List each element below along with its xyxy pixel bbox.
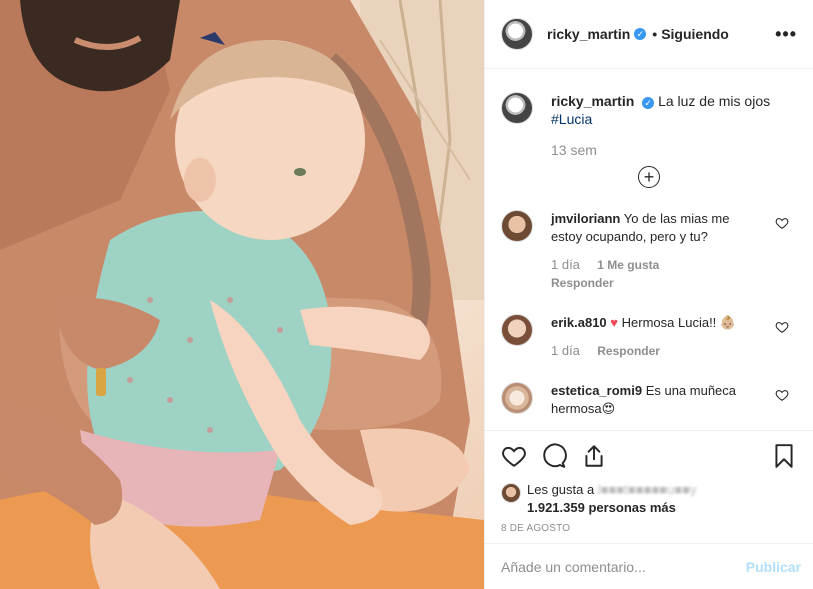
caption-hashtag[interactable]: #Lucia xyxy=(551,111,592,127)
likes-count[interactable]: 1.921.359 personas más xyxy=(527,500,676,515)
post-side-panel: ricky_martin ✓ • Siguiendo ••• ricky_mar… xyxy=(484,0,813,589)
comment-username[interactable]: jmviloriann xyxy=(551,211,620,226)
likes-summary: Les gusta a l■■■t■■■■■u■■y 1.921.359 per… xyxy=(501,481,797,517)
verified-badge-icon: ✓ xyxy=(642,97,655,109)
like-comment-heart-icon[interactable] xyxy=(775,320,789,334)
comment-input[interactable] xyxy=(501,558,746,575)
caption-text: La luz de mis ojos xyxy=(658,93,771,109)
plus-circle-icon[interactable]: + xyxy=(638,166,660,188)
heart-icon[interactable] xyxy=(501,443,527,469)
following-button[interactable]: Siguiendo xyxy=(661,26,729,42)
commenter-avatar[interactable] xyxy=(501,210,533,242)
reply-button[interactable]: Responder xyxy=(551,276,614,290)
caption-timestamp[interactable]: 13 sem xyxy=(551,142,797,158)
comment-username[interactable]: estetica_romi9 xyxy=(551,383,642,398)
bookmark-icon[interactable] xyxy=(771,443,797,469)
red-heart-emoji: ♥ xyxy=(610,315,619,330)
commenter-avatar[interactable] xyxy=(501,382,533,414)
verified-badge-icon: ✓ xyxy=(634,28,647,40)
likes-prefix: Les gusta a xyxy=(527,482,595,497)
comment-time[interactable]: 1 día xyxy=(551,343,580,358)
comment-icon[interactable] xyxy=(541,443,567,469)
liker-username-blurred[interactable]: l■■■t■■■■■u■■y xyxy=(598,482,697,497)
post-header: ricky_martin ✓ • Siguiendo ••• xyxy=(485,0,813,69)
comment-item: estetica_romi9 Es una muñeca hermosa😍 xyxy=(501,382,797,418)
more-options-icon[interactable]: ••• xyxy=(775,24,797,45)
comment-likes-count[interactable]: 1 Me gusta xyxy=(597,258,659,272)
comment-time[interactable]: 1 día xyxy=(551,257,580,272)
author-username[interactable]: ricky_martin xyxy=(547,26,630,42)
post-photo xyxy=(0,0,484,589)
comment-item: erik.a810 ♥ Hermosa Lucia!! 👶🏼 1 día Res… xyxy=(501,314,797,360)
caption-username[interactable]: ricky_martin xyxy=(551,93,634,109)
like-comment-heart-icon[interactable] xyxy=(775,388,789,402)
like-comment-heart-icon[interactable] xyxy=(775,216,789,230)
liker-avatar[interactable] xyxy=(501,483,521,503)
author-avatar[interactable] xyxy=(501,18,533,50)
caption-avatar[interactable] xyxy=(501,92,533,124)
post-actions: Les gusta a l■■■t■■■■■u■■y 1.921.359 per… xyxy=(485,430,813,534)
publish-button[interactable]: Publicar xyxy=(746,559,801,575)
share-icon[interactable] xyxy=(581,443,607,469)
comment-text: Hermosa Lucia!! 👶🏼 xyxy=(621,315,737,330)
post-caption: ricky_martin ✓ La luz de mis ojos #Lucia xyxy=(501,92,797,128)
comment-item: jmviloriann Yo de las mias me estoy ocup… xyxy=(501,210,797,292)
commenter-avatar[interactable] xyxy=(501,314,533,346)
separator-dot: • xyxy=(652,26,658,42)
comments-list[interactable]: ricky_martin ✓ La luz de mis ojos #Lucia… xyxy=(485,70,813,430)
comment-username[interactable]: erik.a810 xyxy=(551,315,607,330)
reply-button[interactable]: Responder xyxy=(597,344,660,358)
add-comment-bar: Publicar xyxy=(485,543,813,589)
photo-illustration xyxy=(0,0,484,589)
post-date[interactable]: 8 DE AGOSTO xyxy=(501,523,797,534)
